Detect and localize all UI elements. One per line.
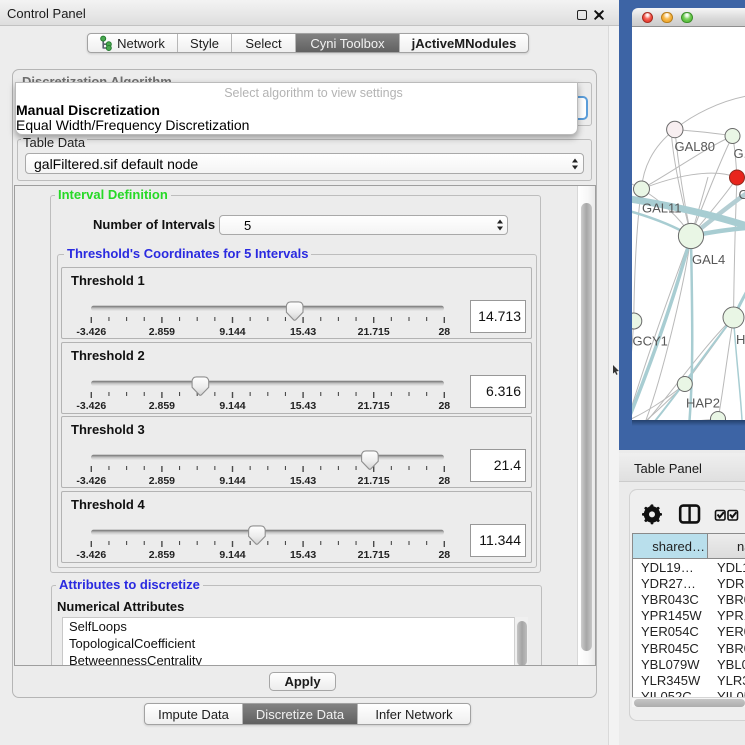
svg-text:H: H xyxy=(736,332,745,347)
svg-text:C: C xyxy=(739,187,745,202)
svg-text:GAL11: GAL11 xyxy=(642,201,682,216)
svg-text:GCY1: GCY1 xyxy=(633,334,668,349)
svg-text:G.: G. xyxy=(734,146,745,161)
svg-text:GAL80: GAL80 xyxy=(675,139,715,154)
svg-text:HAP2: HAP2 xyxy=(686,396,720,411)
svg-text:GAL4: GAL4 xyxy=(692,252,725,267)
